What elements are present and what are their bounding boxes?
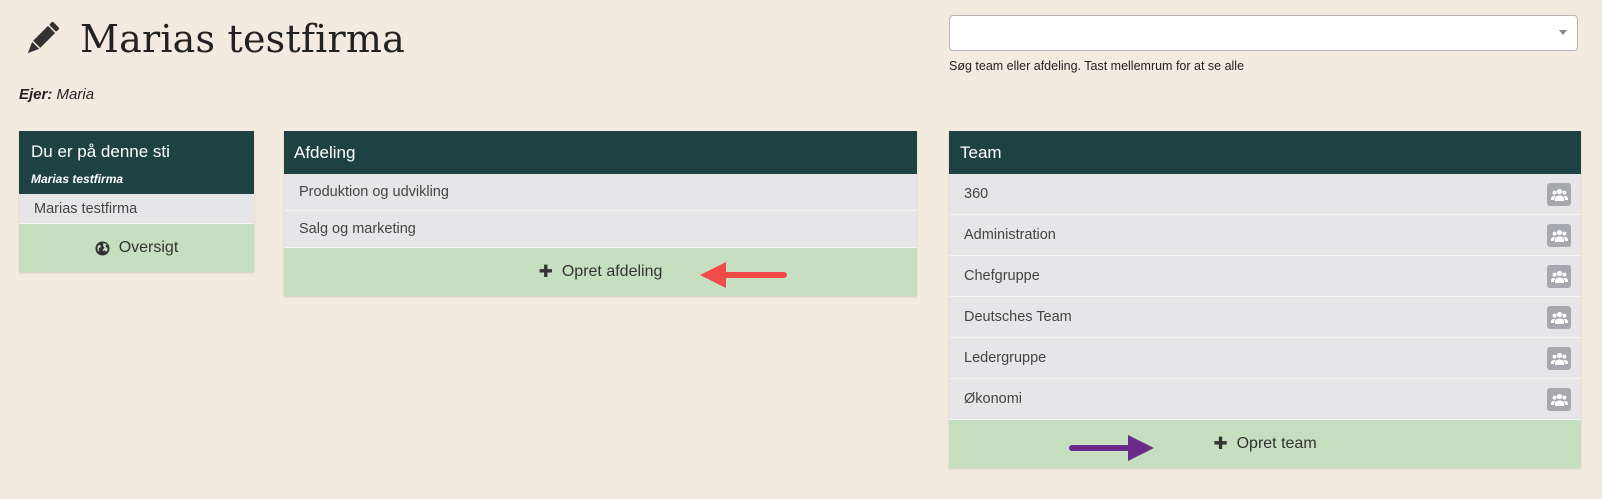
team-item-label: Økonomi: [964, 391, 1023, 407]
plus-icon: ✚: [538, 262, 553, 281]
team-item[interactable]: Økonomi: [949, 379, 1581, 420]
users-icon: [1550, 393, 1568, 406]
team-item[interactable]: Ledergruppe: [949, 338, 1581, 379]
team-members-button[interactable]: [1547, 388, 1571, 411]
team-item-label: Deutsches Team: [964, 309, 1072, 325]
team-panel-title: Team: [960, 143, 1002, 162]
team-members-button[interactable]: [1547, 265, 1571, 288]
users-icon: [1550, 270, 1568, 283]
department-item[interactable]: Produktion og udvikling: [284, 174, 917, 211]
owner-info: Ejer: Maria: [19, 86, 94, 103]
overview-button-label: Oversigt: [118, 239, 179, 256]
path-item[interactable]: Marias testfirma: [19, 194, 254, 224]
team-members-button[interactable]: [1547, 347, 1571, 370]
team-item[interactable]: Deutsches Team: [949, 297, 1581, 338]
plus-icon: ✚: [1213, 434, 1228, 453]
users-icon: [1550, 188, 1568, 201]
create-department-button[interactable]: ✚ Opret afdeling: [284, 248, 917, 296]
department-panel-header: Afdeling: [284, 131, 917, 174]
path-panel-title: Du er på denne sti: [31, 142, 170, 161]
team-item-label: Administration: [964, 227, 1056, 243]
team-panel: Team 360 Administration Chefgruppe Deuts…: [949, 131, 1581, 468]
overview-button[interactable]: Oversigt: [19, 224, 254, 272]
team-members-button[interactable]: [1547, 224, 1571, 247]
team-panel-header: Team: [949, 131, 1581, 174]
path-item-label: Marias testfirma: [34, 200, 138, 217]
search-hint: Søg team eller afdeling. Tast mellemrum …: [949, 59, 1245, 73]
globe-icon: [95, 240, 110, 256]
team-item-label: 360: [964, 186, 989, 202]
users-icon: [1550, 311, 1568, 324]
team-item[interactable]: Administration: [949, 215, 1581, 256]
path-panel: Du er på denne sti Marias testfirma Mari…: [19, 131, 254, 272]
owner-label: Ejer:: [19, 86, 53, 103]
search-select[interactable]: [949, 15, 1578, 51]
path-panel-subtitle: Marias testfirma: [31, 172, 124, 186]
team-members-button[interactable]: [1547, 183, 1571, 206]
create-department-label: Opret afdeling: [561, 263, 663, 280]
users-icon: [1550, 229, 1568, 242]
page-header: Marias testfirma: [24, 14, 405, 64]
department-panel: Afdeling Produktion og udvikling Salg og…: [284, 131, 917, 296]
department-panel-title: Afdeling: [294, 143, 356, 162]
search-input[interactable]: [950, 16, 1535, 50]
department-item[interactable]: Salg og marketing: [284, 211, 917, 248]
red-annotation-arrow-icon: [700, 262, 787, 288]
team-members-button[interactable]: [1547, 306, 1571, 329]
department-item-label: Salg og marketing: [299, 221, 416, 237]
team-item-label: Chefgruppe: [964, 268, 1040, 284]
dropdown-caret-icon[interactable]: [1559, 30, 1567, 35]
path-panel-header: Du er på denne sti Marias testfirma: [19, 131, 254, 194]
owner-name: Maria: [56, 86, 95, 103]
team-item[interactable]: Chefgruppe: [949, 256, 1581, 297]
page-title: Marias testfirma: [80, 17, 405, 61]
team-item[interactable]: 360: [949, 174, 1581, 215]
create-team-button[interactable]: ✚ Opret team: [949, 420, 1581, 468]
purple-annotation-arrow-icon: [1069, 435, 1154, 461]
pencil-icon[interactable]: [24, 21, 60, 57]
department-item-label: Produktion og udvikling: [299, 184, 449, 200]
create-team-label: Opret team: [1236, 435, 1317, 452]
users-icon: [1550, 352, 1568, 365]
team-item-label: Ledergruppe: [964, 350, 1047, 366]
